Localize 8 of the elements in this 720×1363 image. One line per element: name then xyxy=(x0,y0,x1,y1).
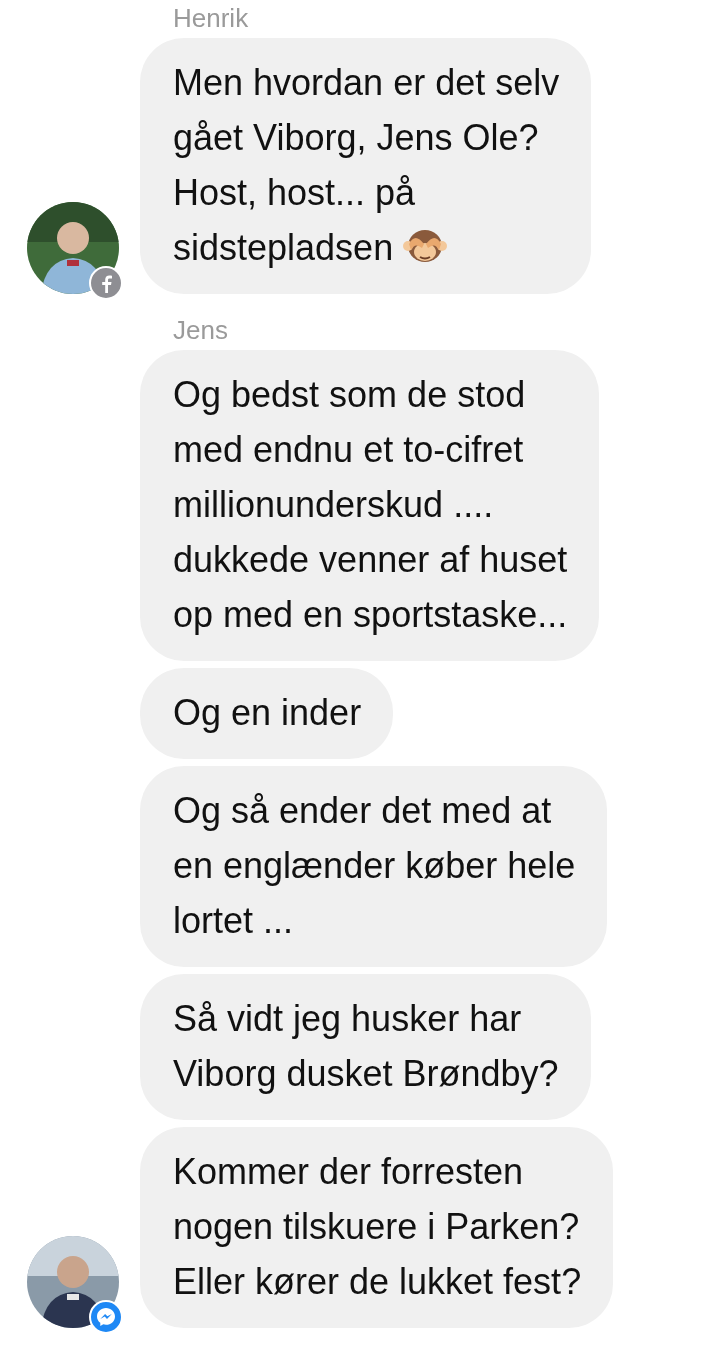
message-bubble: Og en inder xyxy=(140,668,394,759)
sender-name: Jens xyxy=(173,316,229,347)
message-bubble: Og så ender det med at en englænder køber hele lortet ... xyxy=(140,766,608,967)
message-bubble: Så vidt jeg husker har Viborg dusket Brøndby? xyxy=(140,974,591,1120)
message-bubble: Kommer der forresten nogen tilskuere i Parken? Eller kører de lukket fest? xyxy=(140,1127,614,1328)
message-bubble: Men hvordan er det selv gået Viborg, Jens Ole? Host, host... på sidstepladsen xyxy=(140,38,592,294)
message-bubble: Og bedst som de stod med endnu et to-cifret millionunderskud .... dukkede venner af huset op med en sportstaske... xyxy=(140,350,600,661)
sender-name: Henrik xyxy=(173,4,250,35)
